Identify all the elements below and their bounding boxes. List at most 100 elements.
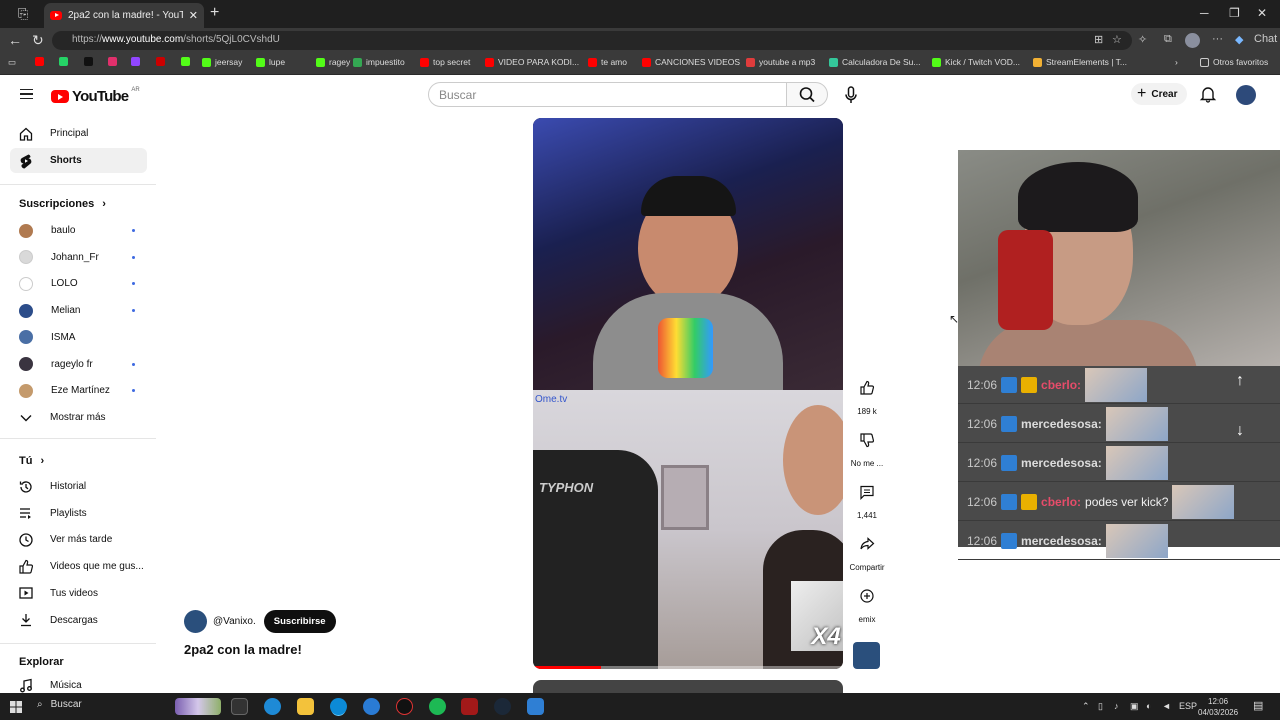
edge-active-icon[interactable] [330, 698, 347, 715]
sidebar-subscription-eze-mart-nez[interactable]: Eze Martínez [10, 378, 147, 403]
sidebar-subscription-baulo[interactable]: baulo [10, 218, 147, 243]
bookmark-item[interactable]: lupe [256, 57, 285, 67]
bookmark-item[interactable]: ragey [316, 57, 350, 67]
youtube-logo[interactable]: YouTube AR [51, 87, 140, 105]
comments-button[interactable] [853, 478, 881, 506]
next-short-preview[interactable] [533, 680, 843, 693]
bookmark-item[interactable] [156, 57, 165, 66]
extensions-icon[interactable]: ✧ [1138, 33, 1147, 46]
sidebar-item-downloads[interactable]: Descargas [10, 608, 147, 633]
bookmark-item[interactable]: Calculadora De Su... [829, 57, 920, 67]
you-heading[interactable]: Tú › [19, 455, 44, 467]
split-screen-icon[interactable]: ⧉ [1164, 33, 1172, 46]
tray-volume-icon[interactable]: ◄ [1162, 701, 1171, 711]
maximize-icon[interactable]: ❐ [1229, 6, 1240, 20]
show-more-button[interactable]: Mostrar más [10, 405, 147, 430]
app-available-icon[interactable]: ⊞ [1094, 33, 1103, 46]
copilot-chat-label[interactable]: Chat [1254, 33, 1277, 45]
subscribe-button[interactable]: Suscribirse [263, 610, 336, 633]
dislike-button[interactable] [853, 426, 881, 454]
copilot-icon[interactable]: ◆ [1235, 33, 1243, 46]
spotify-icon[interactable] [429, 698, 446, 715]
bookmark-item[interactable] [59, 57, 68, 66]
sidebar-item-playlists[interactable]: Playlists [10, 501, 147, 526]
edge-dev-icon[interactable] [363, 698, 380, 715]
remix-button[interactable] [853, 582, 881, 610]
sidebar-item-shorts[interactable]: Shorts [10, 148, 147, 173]
minimize-icon[interactable]: ─ [1200, 6, 1209, 20]
sidebar-item-your-videos[interactable]: Tus videos [10, 581, 147, 606]
favorite-star-icon[interactable]: ☆ [1112, 33, 1122, 46]
bookmark-item[interactable]: Kick / Twitch VOD... [932, 57, 1020, 67]
channel-name[interactable]: @Vanixo. [213, 616, 256, 627]
reload-icon[interactable]: ↻ [32, 32, 44, 49]
sidebar-item-liked-videos[interactable]: Videos que me gus... [10, 554, 147, 579]
bookmarks-overflow-icon[interactable]: › [1175, 57, 1178, 67]
share-action[interactable]: Compartir [848, 530, 886, 572]
bookmark-item[interactable] [84, 57, 93, 66]
comments-action[interactable]: 1,441 [848, 478, 886, 520]
other-favorites[interactable]: Otros favoritos [1200, 57, 1268, 67]
search-input[interactable]: Buscar [428, 82, 787, 107]
file-explorer-icon[interactable] [297, 698, 314, 715]
bookmark-item[interactable]: StreamElements | T... [1033, 57, 1127, 67]
menu-icon[interactable] [20, 89, 33, 99]
input-language[interactable]: ESP [1179, 701, 1197, 711]
like-button[interactable] [853, 374, 881, 402]
channel-avatar[interactable] [184, 610, 207, 633]
sidebar-subscription-johann-fr[interactable]: Johann_Fr [10, 245, 147, 270]
more-options-icon[interactable]: ··· [1212, 33, 1223, 45]
create-button[interactable]: + Crear [1131, 83, 1187, 105]
workspaces-icon[interactable]: ⎘ [18, 6, 28, 22]
bookmark-item[interactable] [108, 57, 117, 66]
steam-icon[interactable] [494, 698, 511, 715]
bookmark-item[interactable]: VIDEO PARA KODI... [485, 57, 579, 67]
back-icon[interactable]: ← [8, 32, 22, 48]
tray-mic-icon[interactable]: ♪ [1114, 701, 1119, 711]
browser-tab-active[interactable]: 2pa2 con la madre! - YouTube ✕ [44, 3, 204, 28]
taskbar-search[interactable]: ⌕ Buscar [37, 699, 82, 710]
notifications-button[interactable] [1199, 85, 1217, 108]
audio-channel-thumbnail[interactable] [853, 642, 880, 669]
bookmark-item[interactable]: top secret [420, 57, 470, 67]
sidebar-item-music[interactable]: Música [10, 673, 147, 693]
bookmark-item[interactable]: impuestito [353, 57, 405, 67]
tray-chevron-up-icon[interactable]: ⌃ [1082, 701, 1090, 712]
system-clock[interactable]: 12:06 04/03/2026 [1198, 696, 1238, 718]
video-editor-icon[interactable] [461, 698, 478, 715]
url-field[interactable]: https://www.youtube.com/shorts/5QjL0CVsh… [52, 31, 1132, 50]
notifications-center-icon[interactable]: ▤ [1253, 699, 1263, 712]
voice-search-button[interactable] [839, 83, 863, 107]
sidebar-item-principal[interactable]: Principal [10, 121, 147, 146]
bookmark-item[interactable]: youtube a mp3 [746, 57, 815, 67]
sidebar-item-history[interactable]: Historial [10, 474, 147, 499]
bookmark-item[interactable]: te amo [588, 57, 627, 67]
account-avatar[interactable] [1236, 85, 1256, 105]
bookmarks-menu-icon[interactable]: ▭ [8, 57, 16, 68]
app-icon[interactable] [527, 698, 544, 715]
bookmark-item[interactable] [35, 57, 44, 66]
sidebar-item-watch-later[interactable]: Ver más tarde [10, 527, 147, 552]
sidebar-subscription-rageylo-fr[interactable]: rageylo fr [10, 352, 147, 377]
browser-profile-avatar[interactable] [1185, 33, 1200, 48]
obs-icon[interactable] [396, 698, 413, 715]
share-button[interactable] [853, 530, 881, 558]
bookmark-item[interactable]: jeersay [202, 57, 242, 67]
bookmark-item[interactable] [131, 57, 140, 66]
search-button[interactable] [786, 82, 828, 107]
dislike-action[interactable]: No me ... [848, 426, 886, 468]
tray-network-icon[interactable]: ◐ [1146, 701, 1151, 711]
remix-action[interactable]: emix [848, 582, 886, 624]
sidebar-subscription-lolo[interactable]: LOLO [10, 271, 147, 296]
bookmark-item[interactable] [181, 57, 190, 66]
short-title[interactable]: 2pa2 con la madre! [184, 642, 302, 657]
close-window-icon[interactable]: ✕ [1257, 6, 1267, 20]
new-tab-button[interactable]: + [210, 4, 219, 22]
subscriptions-heading[interactable]: Suscripciones › [19, 198, 106, 210]
widgets-icon[interactable] [175, 698, 221, 715]
sidebar-subscription-isma[interactable]: ISMA [10, 325, 147, 350]
windows-start-icon[interactable] [10, 701, 22, 713]
bookmark-item[interactable]: CANCIONES VIDEOS [642, 57, 740, 67]
tray-display-icon[interactable]: ▣ [1130, 701, 1139, 712]
task-view-icon[interactable] [231, 698, 248, 715]
